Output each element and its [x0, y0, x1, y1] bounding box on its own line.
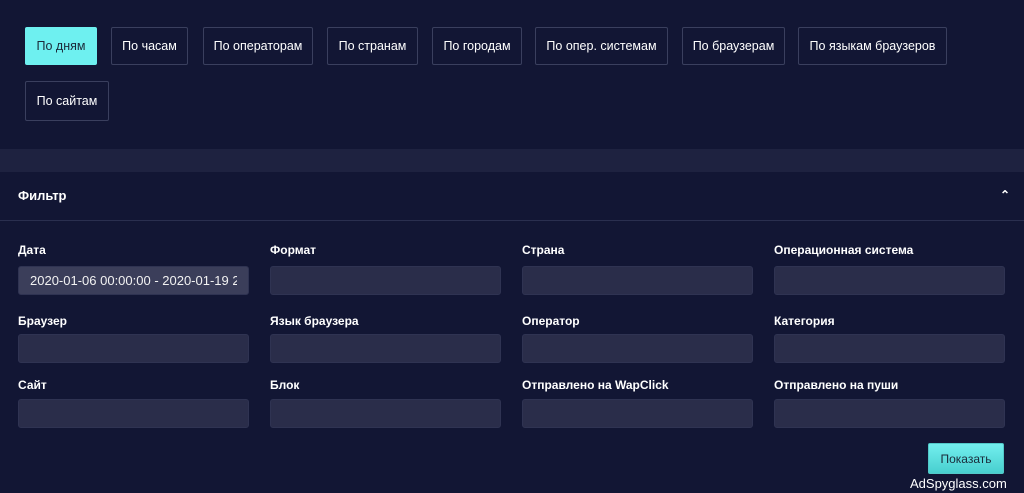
category-label: Категория	[774, 314, 835, 328]
site-select[interactable]	[18, 399, 249, 428]
watermark-text: AdSpyglass.com	[910, 476, 1007, 491]
format-label: Формат	[270, 243, 317, 257]
browser-select[interactable]	[18, 334, 249, 363]
operator-select[interactable]	[522, 334, 753, 363]
tab-by-hours[interactable]: По часам	[111, 27, 188, 65]
date-label: Дата	[18, 243, 46, 257]
wapclick-label: Отправлено на WapClick	[522, 378, 669, 392]
os-label: Операционная система	[774, 243, 914, 257]
os-select[interactable]	[774, 266, 1005, 295]
operator-label: Оператор	[522, 314, 580, 328]
country-select[interactable]	[522, 266, 753, 295]
chevron-up-icon[interactable]: ⌃	[1000, 188, 1010, 202]
tab-by-days[interactable]: По дням	[25, 27, 97, 65]
filter-title: Фильтр	[18, 188, 67, 203]
tab-by-cities[interactable]: По городам	[432, 27, 522, 65]
tab-by-os[interactable]: По опер. системам	[535, 27, 668, 65]
tab-by-countries[interactable]: По странам	[327, 27, 418, 65]
push-select[interactable]	[774, 399, 1005, 428]
browser-language-select[interactable]	[270, 334, 501, 363]
filter-header[interactable]: Фильтр ⌃	[0, 172, 1024, 221]
block-select[interactable]	[270, 399, 501, 428]
tab-by-operators[interactable]: По операторам	[203, 27, 313, 65]
tab-by-browser-languages[interactable]: По языкам браузеров	[798, 27, 947, 65]
tab-by-browsers[interactable]: По браузерам	[682, 27, 785, 65]
show-button[interactable]: Показать	[928, 443, 1004, 474]
section-divider	[0, 149, 1024, 172]
block-label: Блок	[270, 378, 300, 392]
tab-by-sites[interactable]: По сайтам	[25, 81, 109, 121]
browser-label: Браузер	[18, 314, 67, 328]
site-label: Сайт	[18, 378, 47, 392]
wapclick-select[interactable]	[522, 399, 753, 428]
category-select[interactable]	[774, 334, 1005, 363]
date-range-input[interactable]	[18, 266, 249, 295]
country-label: Страна	[522, 243, 565, 257]
push-label: Отправлено на пуши	[774, 378, 899, 392]
browser-language-label: Язык браузера	[270, 314, 359, 328]
format-select[interactable]	[270, 266, 501, 295]
